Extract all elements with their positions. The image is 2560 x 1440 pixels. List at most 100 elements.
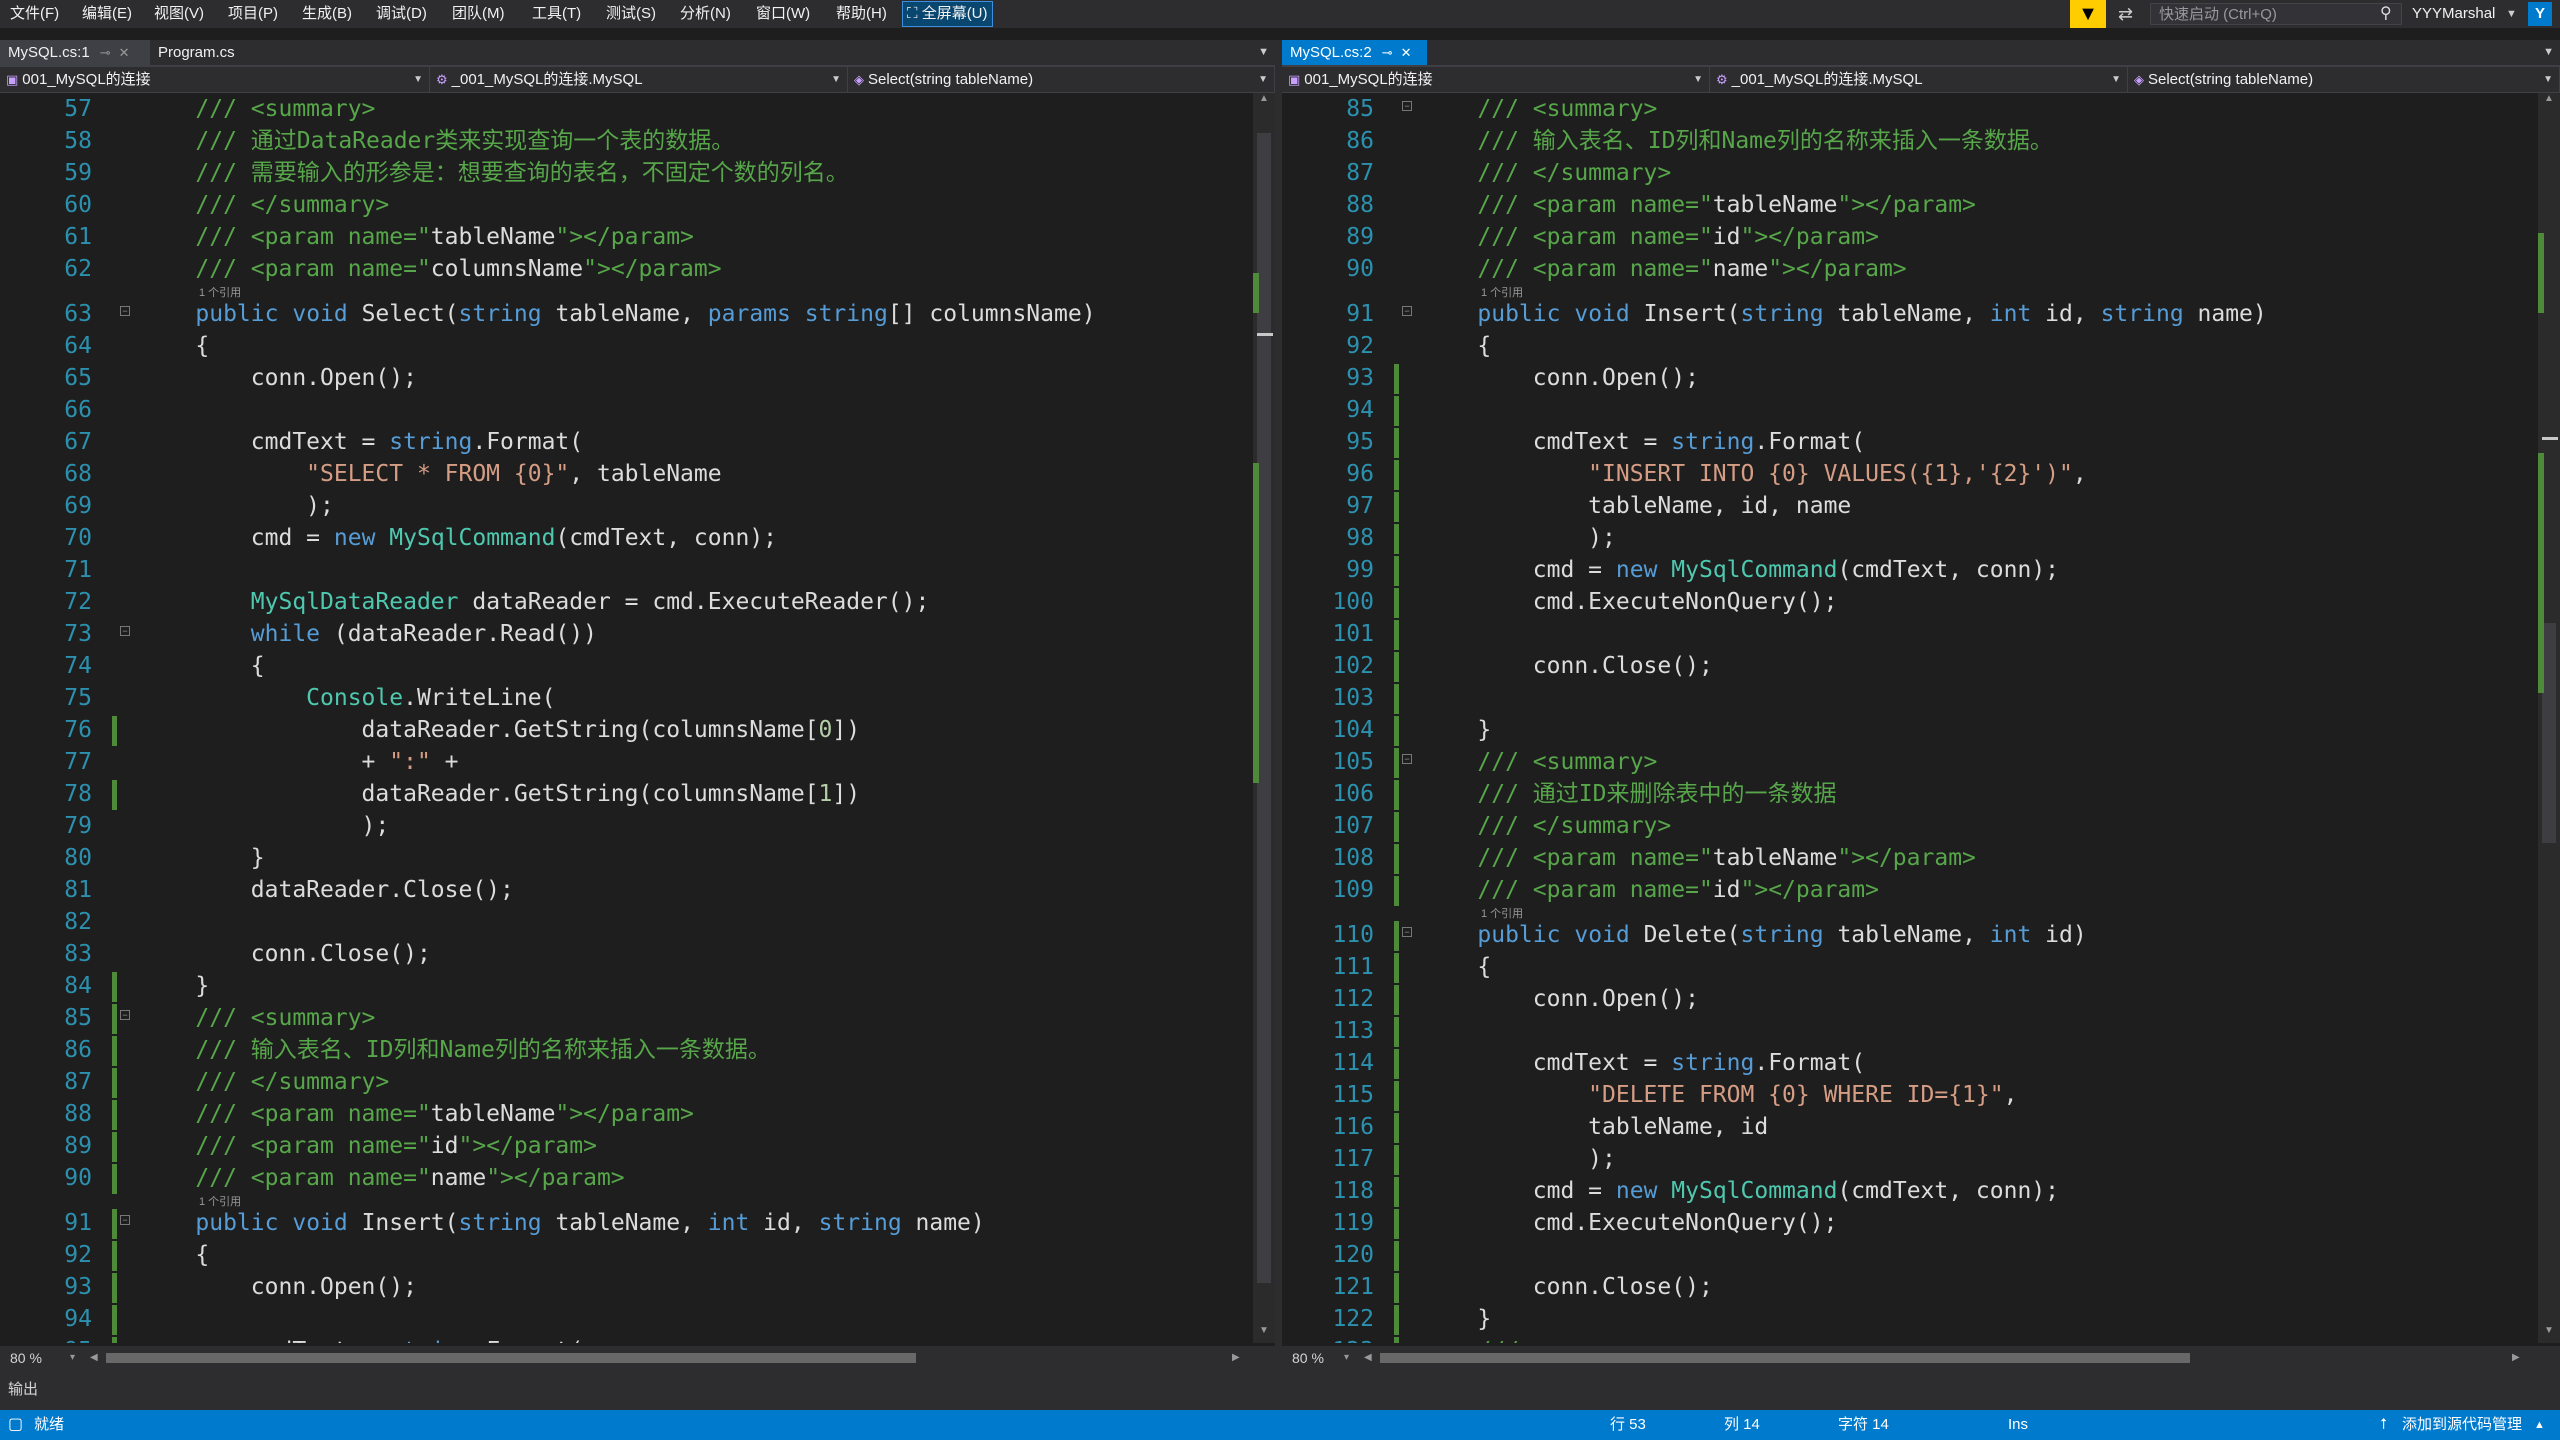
menu-file[interactable]: 文件(F) (10, 0, 59, 28)
code-line[interactable]: 101 (1282, 618, 2560, 650)
menu-build[interactable]: 生成(B) (302, 0, 352, 28)
menu-project[interactable]: 项目(P) (228, 0, 278, 28)
tab-program-cs[interactable]: Program.cs (150, 40, 260, 65)
scroll-thumb[interactable] (106, 1353, 916, 1363)
code-line[interactable]: 92 { (0, 1239, 1275, 1271)
code-line[interactable]: 65 conn.Open(); (0, 362, 1275, 394)
code-line[interactable]: 103 (1282, 682, 2560, 714)
code-line[interactable]: 99 cmd = new MySqlCommand(cmdText, conn)… (1282, 554, 2560, 586)
scroll-thumb[interactable] (1380, 1353, 2190, 1363)
code-line[interactable]: 63 − public void Select(string tableName,… (0, 298, 1275, 330)
code-line[interactable]: 102 conn.Close(); (1282, 650, 2560, 682)
code-line[interactable]: 73 − while (dataReader.Read()) (0, 618, 1275, 650)
search-icon[interactable]: ⚲ (2380, 0, 2400, 28)
zoom-level[interactable]: 80 % (10, 1346, 42, 1370)
tab-mysql-cs-2[interactable]: MySQL.cs:2 ⊸ ✕ (1282, 40, 1427, 65)
code-line[interactable]: 105 − /// <summary> (1282, 746, 2560, 778)
code-line[interactable]: 121 conn.Close(); (1282, 1271, 2560, 1303)
avatar[interactable]: Y (2528, 2, 2552, 26)
feedback-icon[interactable]: ⇄ (2118, 0, 2144, 28)
collapse-icon[interactable]: − (120, 1010, 130, 1020)
chevron-down-icon[interactable]: ▼ (1258, 40, 1269, 65)
code-line[interactable]: 97 tableName, id, name (1282, 490, 2560, 522)
code-line[interactable]: 116 tableName, id (1282, 1111, 2560, 1143)
chevron-down-icon[interactable]: ▾ (70, 1346, 75, 1370)
code-line[interactable]: 86 /// 输入表名、ID列和Name列的名称来插入一条数据。 (1282, 125, 2560, 157)
code-line[interactable]: 100 cmd.ExecuteNonQuery(); (1282, 586, 2560, 618)
code-line[interactable]: 70 cmd = new MySqlCommand(cmdText, conn)… (0, 522, 1275, 554)
output-panel-tab[interactable]: 输出 (0, 1370, 2560, 1410)
code-line[interactable]: 84 } (0, 970, 1275, 1002)
collapse-icon[interactable]: − (120, 1215, 130, 1225)
menu-window[interactable]: 窗口(W) (756, 0, 810, 28)
code-editor[interactable]: 85 − /// <summary> 86 /// 输入表名、ID列和Name列的名… (1282, 93, 2560, 1343)
notification-filter-icon[interactable]: ▼ (2070, 0, 2106, 28)
code-line[interactable]: 122 } (1282, 1303, 2560, 1335)
code-line[interactable]: 58 /// 通过DataReader类来实现查询一个表的数据。 (0, 125, 1275, 157)
horizontal-scrollbar[interactable]: 80 % ▾ ◀ ▶ (1282, 1346, 2560, 1370)
menu-test[interactable]: 测试(S) (606, 0, 656, 28)
chevron-down-icon[interactable]: ▼ (2506, 0, 2517, 28)
code-editor[interactable]: 57 /// <summary> 58 /// 通过DataReader类来实现查… (0, 93, 1275, 1343)
code-line[interactable]: 104 } (1282, 714, 2560, 746)
chevron-down-icon[interactable]: ▾ (1344, 1346, 1349, 1370)
output-label[interactable]: 输出 (8, 1378, 38, 1399)
menu-tools[interactable]: 工具(T) (532, 0, 581, 28)
tab-mysql-cs-1[interactable]: MySQL.cs:1 ⊸ ✕ (0, 40, 150, 65)
code-line[interactable]: 69 ); (0, 490, 1275, 522)
code-line[interactable]: 94 (0, 1303, 1275, 1335)
code-line[interactable]: 61 /// <param name="tableName"></param> (0, 221, 1275, 253)
code-line[interactable]: 113 (1282, 1015, 2560, 1047)
code-line[interactable]: 112 conn.Open(); (1282, 983, 2560, 1015)
code-line[interactable]: 110 − public void Delete(string tableName… (1282, 919, 2560, 951)
code-line[interactable]: 90 /// <param name="name"></param> (0, 1162, 1275, 1194)
code-line[interactable]: 123 /// <summary> (1282, 1335, 2560, 1343)
pin-icon[interactable]: ⊸ (1382, 45, 1393, 60)
code-line[interactable]: 78 dataReader.GetString(columnsName[1]) (0, 778, 1275, 810)
code-line[interactable]: 80 } (0, 842, 1275, 874)
code-line[interactable]: 88 /// <param name="tableName"></param> (0, 1098, 1275, 1130)
code-line[interactable]: 76 dataReader.GetString(columnsName[0]) (0, 714, 1275, 746)
code-line[interactable]: 91 − public void Insert(string tableName,… (1282, 298, 2560, 330)
scroll-left-icon[interactable]: ◀ (90, 1346, 98, 1370)
code-line[interactable]: 93 conn.Open(); (0, 1271, 1275, 1303)
code-line[interactable]: 108 /// <param name="tableName"></param> (1282, 842, 2560, 874)
code-line[interactable]: 79 ); (0, 810, 1275, 842)
code-line[interactable]: 95 cmdText = string.Format( (1282, 426, 2560, 458)
code-line[interactable]: 68 "SELECT * FROM {0}", tableName (0, 458, 1275, 490)
code-line[interactable]: 89 /// <param name="id"></param> (1282, 221, 2560, 253)
collapse-icon[interactable]: − (1402, 927, 1412, 937)
scroll-thumb[interactable] (2542, 623, 2556, 843)
scroll-up-icon[interactable]: ▲ (2538, 93, 2560, 104)
code-line[interactable]: 119 cmd.ExecuteNonQuery(); (1282, 1207, 2560, 1239)
member-dropdown[interactable]: ◈ Select(string tableName) ▼ (2128, 67, 2560, 92)
close-icon[interactable]: ✕ (1401, 45, 1412, 60)
scroll-down-icon[interactable]: ▼ (1253, 1325, 1275, 1336)
code-line[interactable]: 89 /// <param name="id"></param> (0, 1130, 1275, 1162)
code-line[interactable]: 114 cmdText = string.Format( (1282, 1047, 2560, 1079)
code-line[interactable]: 66 (0, 394, 1275, 426)
code-line[interactable]: 93 conn.Open(); (1282, 362, 2560, 394)
fullscreen-button[interactable]: ⛶ 全屏幕(U) (902, 1, 993, 27)
code-line[interactable]: 72 MySqlDataReader dataReader = cmd.Exec… (0, 586, 1275, 618)
code-line[interactable]: 94 (1282, 394, 2560, 426)
code-line[interactable]: 91 − public void Insert(string tableName,… (0, 1207, 1275, 1239)
code-line[interactable]: 85 − /// <summary> (1282, 93, 2560, 125)
code-line[interactable]: 67 cmdText = string.Format( (0, 426, 1275, 458)
upload-icon[interactable]: ⭡ (2380, 1410, 2387, 1440)
scroll-down-icon[interactable]: ▼ (2538, 1325, 2560, 1336)
code-line[interactable]: 115 "DELETE FROM {0} WHERE ID={1}", (1282, 1079, 2560, 1111)
code-line[interactable]: 71 (0, 554, 1275, 586)
code-line[interactable]: 86 /// 输入表名、ID列和Name列的名称来插入一条数据。 (0, 1034, 1275, 1066)
code-line[interactable]: 74 { (0, 650, 1275, 682)
close-icon[interactable]: ✕ (119, 45, 130, 60)
code-line[interactable]: 98 ); (1282, 522, 2560, 554)
code-line[interactable]: 85 − /// <summary> (0, 1002, 1275, 1034)
menu-analyze[interactable]: 分析(N) (680, 0, 731, 28)
code-line[interactable]: 106 /// 通过ID来删除表中的一条数据 (1282, 778, 2560, 810)
menu-team[interactable]: 团队(M) (452, 0, 505, 28)
menu-help[interactable]: 帮助(H) (836, 0, 887, 28)
code-line[interactable]: 77 + ":" + (0, 746, 1275, 778)
code-line[interactable]: 82 (0, 906, 1275, 938)
code-line[interactable]: 118 cmd = new MySqlCommand(cmdText, conn… (1282, 1175, 2560, 1207)
